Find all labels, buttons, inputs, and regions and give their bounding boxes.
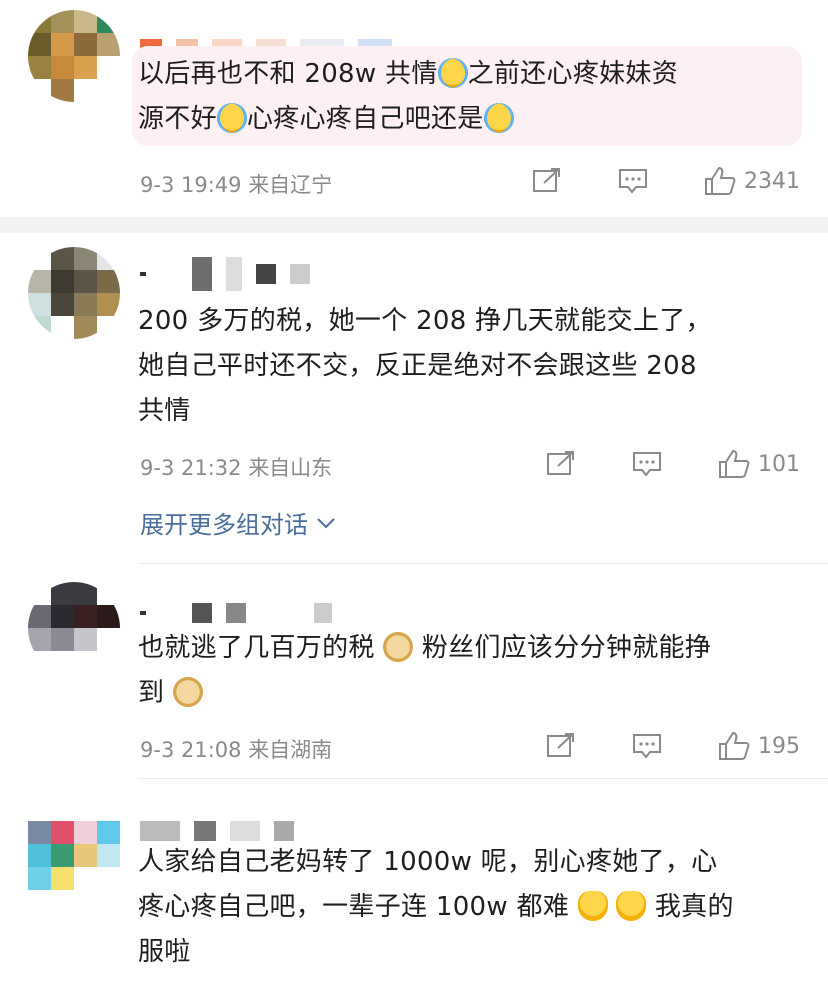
like-count: 195 <box>758 733 800 759</box>
sweat-emoji-icon <box>616 891 647 921</box>
thumbs-up-icon <box>719 731 750 760</box>
doge-emoji-icon <box>383 632 414 662</box>
comment-2: 200 多万的税，她一个 208 挣几天就能交上了， 她自己平时还不交，反正是绝… <box>0 233 828 578</box>
comment-text: 200 多万的税，她一个 208 挣几天就能交上了， 她自己平时还不交，反正是绝… <box>138 306 712 426</box>
sweat-emoji-icon <box>577 891 608 921</box>
avatar[interactable] <box>28 247 120 339</box>
comment-actions: 2341 <box>532 166 800 196</box>
reply-button[interactable] <box>618 167 648 195</box>
repost-button[interactable] <box>546 450 576 478</box>
crying-emoji-icon <box>483 103 514 133</box>
divider <box>138 778 828 779</box>
thumbs-up-icon <box>705 166 736 195</box>
comment-meta: 9-3 19:49 来自辽宁 <box>140 173 333 197</box>
like-count: 101 <box>758 451 800 477</box>
username-redacted[interactable] <box>140 602 332 624</box>
like-button[interactable]: 2341 <box>704 166 800 196</box>
section-divider <box>0 217 828 233</box>
like-button[interactable]: 195 <box>718 731 800 761</box>
username-redacted[interactable] <box>140 257 310 291</box>
like-count: 2341 <box>744 168 800 194</box>
comment-text: 以后再也不和 208w 共情 之前还心疼妹妹资 源不好 心疼心疼自己吧还是 <box>138 58 679 134</box>
comment-icon <box>619 169 647 194</box>
comment-icon <box>633 734 661 759</box>
comment-actions: 101 <box>546 449 800 479</box>
repost-icon <box>533 168 560 192</box>
avatar[interactable] <box>28 582 120 674</box>
comment-1: 以后再也不和 208w 共情 之前还心疼妹妹资 源不好 心疼心疼自己吧还是 9-3 … <box>0 0 828 215</box>
expand-conversation-link[interactable]: 展开更多组对话 <box>140 505 336 540</box>
username-redacted[interactable] <box>140 820 294 842</box>
like-button[interactable]: 101 <box>718 449 800 479</box>
chevron-down-icon <box>317 517 335 528</box>
doge-emoji-icon <box>172 677 203 707</box>
comment-meta: 9-3 21:32 来自山东 <box>140 456 333 480</box>
comment-actions: 195 <box>546 731 800 761</box>
avatar[interactable] <box>28 10 120 102</box>
comment-4: 人家给自己老妈转了 1000w 呢，别心疼她了，心 疼心疼自己吧，一辈子连 10… <box>0 790 828 989</box>
comment-text: 人家给自己老妈转了 1000w 呢，别心疼她了，心 疼心疼自己吧，一辈子连 10… <box>138 847 734 967</box>
crying-emoji-icon <box>437 58 468 88</box>
repost-button[interactable] <box>532 167 562 195</box>
divider <box>138 563 828 564</box>
avatar[interactable] <box>28 798 120 890</box>
comment-3: 也就逃了几百万的税 粉丝们应该分分钟就能挣 到 9-3 21:08 来自湖南 1… <box>0 570 828 780</box>
comment-icon <box>633 452 661 477</box>
reply-button[interactable] <box>632 450 662 478</box>
crying-emoji-icon <box>216 103 247 133</box>
comment-meta: 9-3 21:08 来自湖南 <box>140 738 333 762</box>
repost-button[interactable] <box>546 732 576 760</box>
repost-icon <box>547 451 574 475</box>
repost-icon <box>547 733 574 757</box>
thumbs-up-icon <box>719 449 750 478</box>
comment-text: 也就逃了几百万的税 粉丝们应该分分钟就能挣 到 <box>138 632 712 708</box>
reply-button[interactable] <box>632 732 662 760</box>
